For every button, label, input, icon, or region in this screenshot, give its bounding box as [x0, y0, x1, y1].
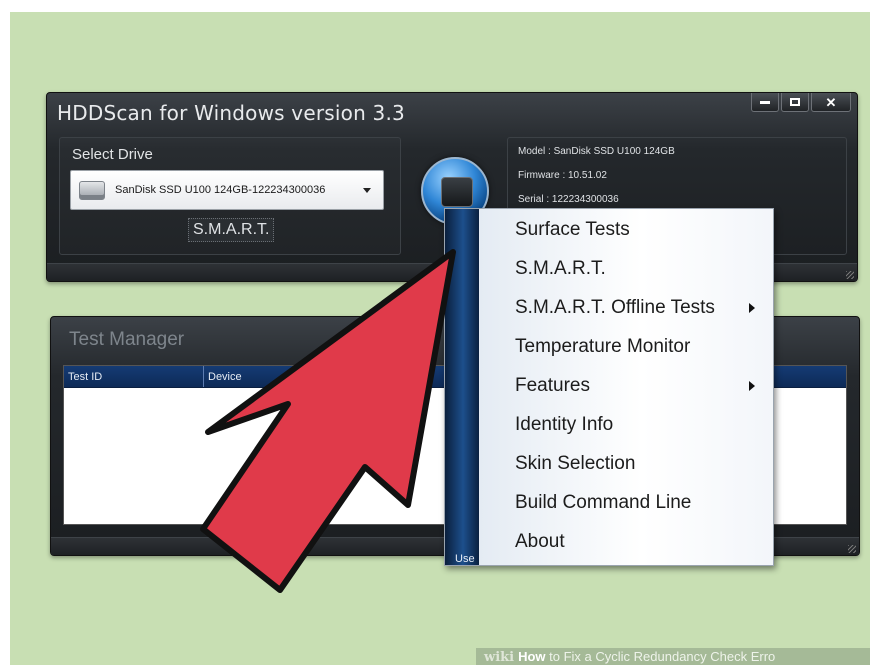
hdd-icon: [79, 180, 105, 200]
footer-title-rest: to Fix a Cyclic Redundancy Check Erro: [545, 649, 776, 664]
menu-item-label: Build Command Line: [515, 492, 692, 513]
maximize-button[interactable]: [781, 93, 809, 112]
menu-item-label: Skin Selection: [515, 453, 636, 474]
menu-item-about[interactable]: About: [515, 525, 765, 559]
resize-grip[interactable]: [848, 545, 856, 553]
menu-item-label: Temperature Monitor: [515, 336, 691, 357]
menu-item-identity-info[interactable]: Identity Info: [515, 408, 765, 442]
menu-item-label: S.M.A.R.T. Offline Tests: [515, 297, 715, 318]
select-drive-label: Select Drive: [72, 146, 153, 163]
menu-item-smart-offline-tests[interactable]: S.M.A.R.T. Offline Tests: [515, 291, 765, 325]
serial-text: Serial : 122234300036: [518, 194, 619, 205]
minimize-button[interactable]: [751, 93, 779, 112]
wikihow-footer: wiki How to Fix a Cyclic Redundancy Check…: [476, 648, 870, 665]
menu-stripe-label: Use: [455, 553, 475, 565]
close-button[interactable]: ✕: [811, 93, 851, 112]
select-drive-panel: Select Drive SanDisk SSD U100 124GB-1222…: [59, 137, 401, 255]
menu-item-build-command-line[interactable]: Build Command Line: [515, 486, 765, 520]
hddscan-orb-icon: [441, 177, 473, 207]
submenu-arrow-icon: [749, 303, 755, 313]
model-text: Model : SanDisk SSD U100 124GB: [518, 146, 675, 157]
menu-item-label: Surface Tests: [515, 219, 630, 240]
maximize-icon: [790, 98, 800, 106]
menu-item-surface-tests[interactable]: Surface Tests: [515, 213, 765, 247]
submenu-arrow-icon: [749, 381, 755, 391]
menu-item-skin-selection[interactable]: Skin Selection: [515, 447, 765, 481]
footer-how: How: [518, 649, 546, 664]
drive-dropdown[interactable]: SanDisk SSD U100 124GB-122234300036: [70, 170, 384, 210]
menu-item-label: About: [515, 531, 565, 552]
menu-item-smart[interactable]: S.M.A.R.T.: [515, 252, 765, 286]
menu-item-label: Identity Info: [515, 414, 614, 435]
screenshot-scene: HDDScan for Windows version 3.3 ✕ Select…: [10, 12, 870, 665]
smart-button[interactable]: S.M.A.R.T.: [188, 218, 275, 242]
window-controls: ✕: [751, 93, 851, 112]
column-header-test-id[interactable]: Test ID: [64, 366, 204, 387]
dropdown-caret-icon: [363, 187, 371, 193]
orb-context-menu: Use Surface Tests S.M.A.R.T. S.M.A.R.T. …: [444, 208, 774, 566]
drive-dropdown-value: SanDisk SSD U100 124GB-122234300036: [115, 184, 326, 196]
wikihow-brand: wiki: [484, 650, 515, 665]
firmware-text: Firmware : 10.51.02: [518, 170, 607, 181]
menu-item-label: S.M.A.R.T.: [515, 258, 606, 279]
resize-grip[interactable]: [846, 271, 854, 279]
menu-item-features[interactable]: Features: [515, 369, 765, 403]
menu-item-temperature-monitor[interactable]: Temperature Monitor: [515, 330, 765, 364]
window-title: HDDScan for Windows version 3.3: [57, 101, 405, 125]
minimize-icon: [760, 100, 770, 104]
column-header-device[interactable]: Device: [204, 366, 384, 387]
close-icon: ✕: [825, 94, 837, 110]
menu-item-label: Features: [515, 375, 590, 396]
test-manager-title: Test Manager: [69, 329, 185, 350]
